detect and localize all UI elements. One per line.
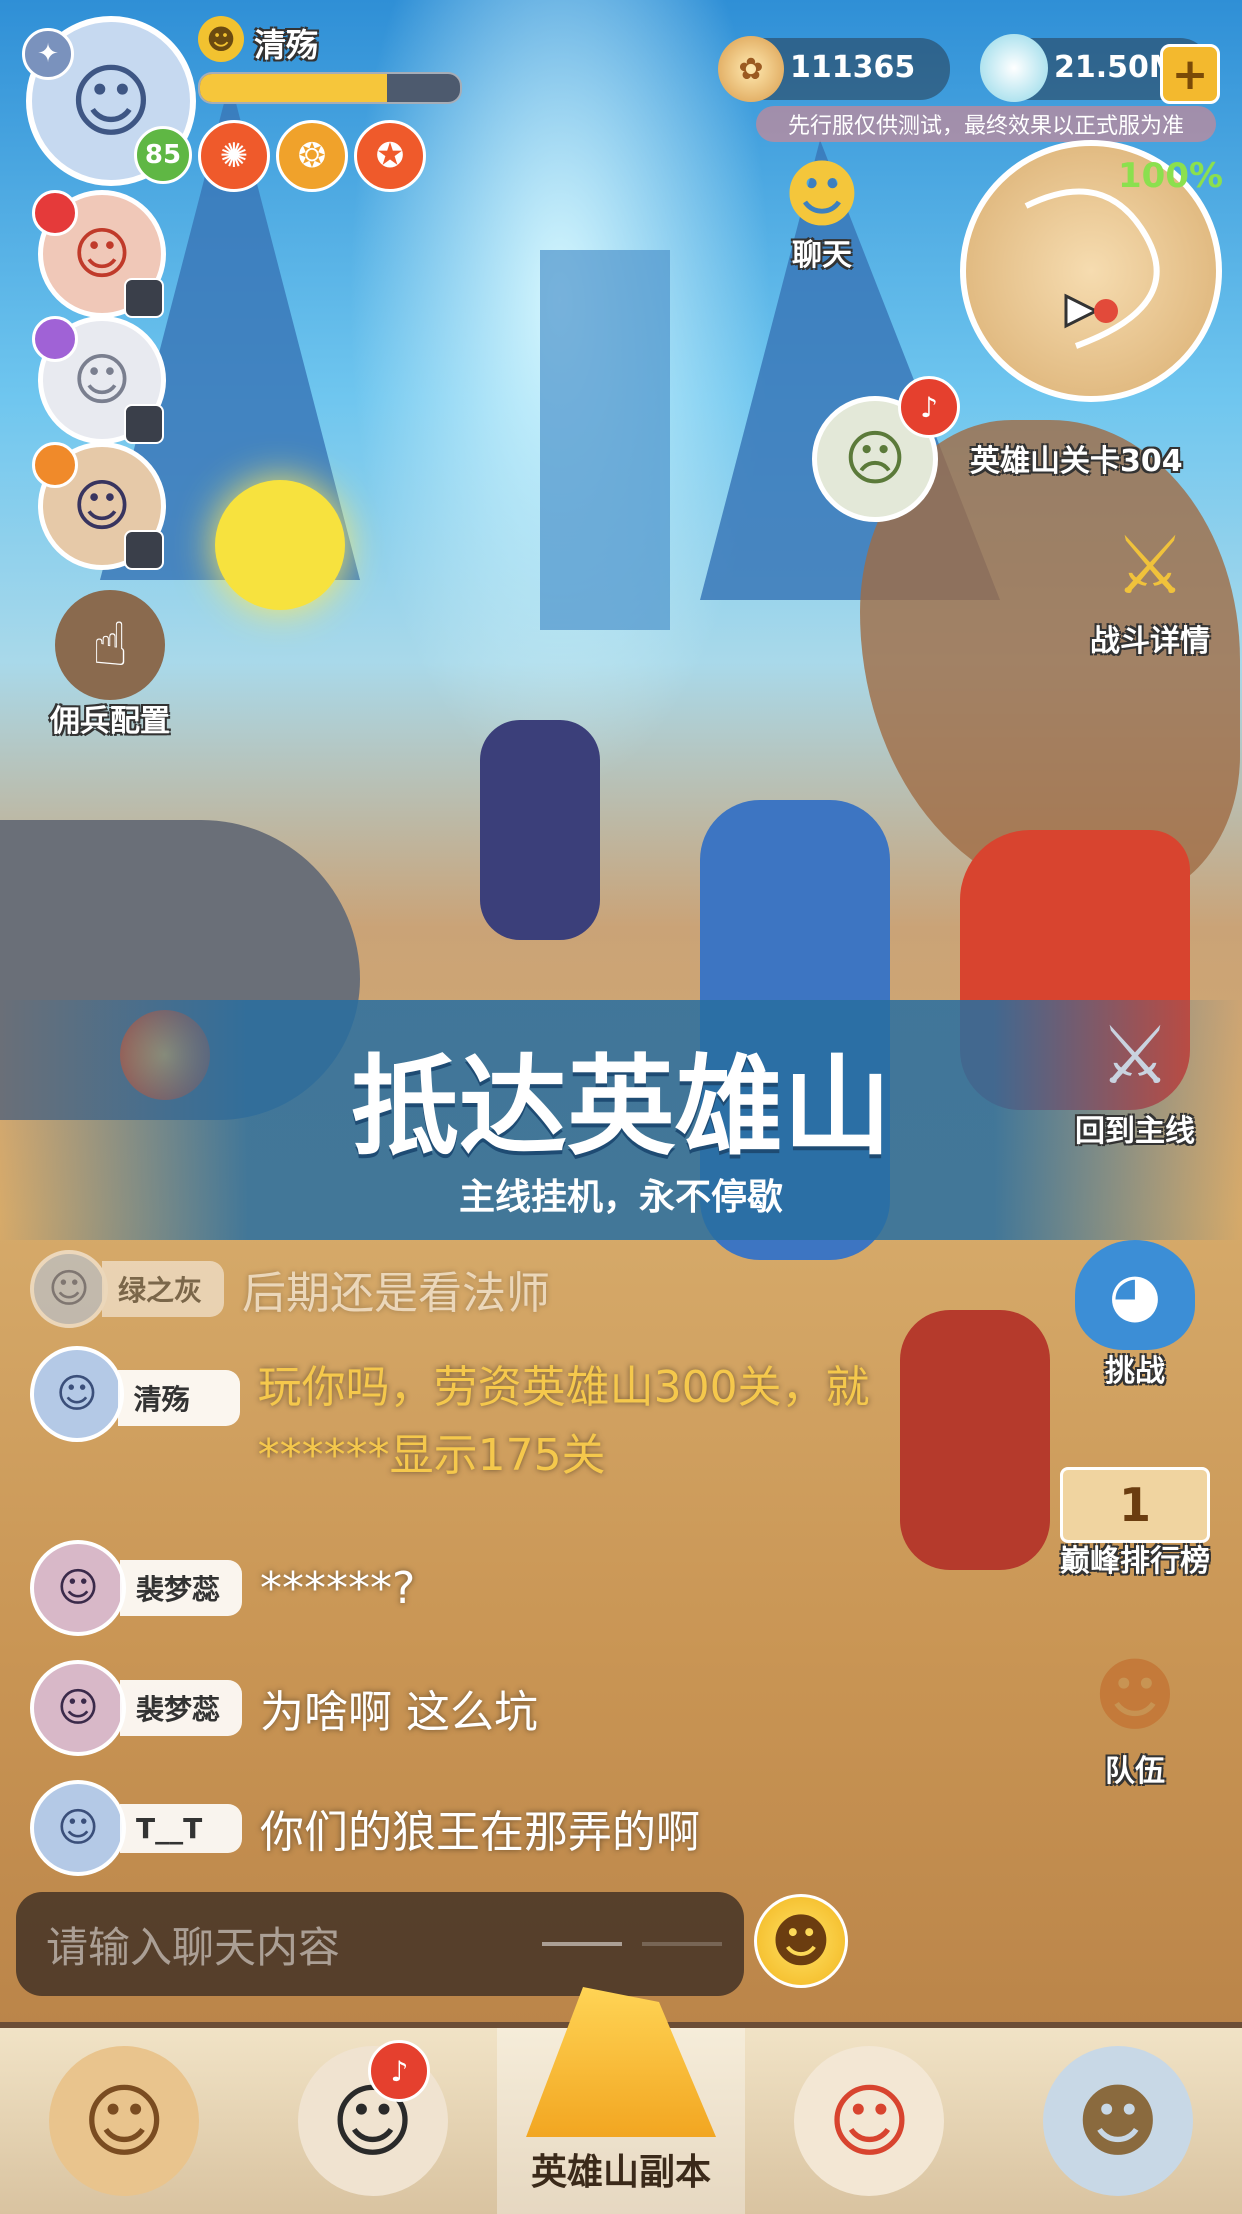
chat-message-text: 玩你吗，劳资英雄山300关，就******显示175关 xyxy=(257,1362,870,1481)
chat-sender-name[interactable]: 清殇 xyxy=(117,1370,240,1426)
return-main-button[interactable]: ⚔ 回到主线 xyxy=(1050,1000,1220,1150)
swap-icon[interactable] xyxy=(124,530,164,570)
stage-name: 英雄山关卡304 xyxy=(970,444,1183,479)
notification-bell-icon: ♪ xyxy=(898,376,960,438)
chat-avatar[interactable]: ☺ xyxy=(30,1540,126,1636)
chat-message-text: 你们的狼王在那弄的啊 xyxy=(260,1807,700,1858)
chat-sender-name[interactable]: T__T xyxy=(120,1803,242,1853)
chat-message-text: 为啥啊 这么坑 xyxy=(260,1687,538,1738)
mercenary-config-button[interactable]: ☝ 佣兵配置 xyxy=(30,590,190,740)
chat-message-text: 后期还是看法师 xyxy=(242,1268,550,1319)
experience-bar xyxy=(198,72,462,104)
nav-active-label: 英雄山副本 xyxy=(531,2152,712,2193)
test-server-notice: 先行服仅供测试，最终效果以正式服为准 xyxy=(756,106,1216,142)
chat-input-box[interactable]: 请输入聊天内容 xyxy=(16,1892,744,1996)
chat-avatar[interactable]: ☺ xyxy=(30,1660,126,1756)
emoji-picker-button[interactable]: ☻ xyxy=(754,1894,848,1988)
chat-message-row: ☺ 清殇 玩你吗，劳资英雄山300关，就******显示175关 xyxy=(30,1346,880,1490)
experience-fill xyxy=(200,74,388,102)
bottom-navigation: ☺ ☺ ♪ 英雄山副本 ☺ ☻ xyxy=(0,1987,1242,2214)
nav-tab-hero-mountain[interactable]: 英雄山副本 xyxy=(496,1987,746,2214)
chat-avatar[interactable]: ☺ xyxy=(30,1250,108,1328)
emoji-face-icon: ☻ xyxy=(198,16,244,62)
input-indicator xyxy=(542,1942,622,1946)
gem-pearl-icon xyxy=(980,34,1048,102)
tower-decor xyxy=(540,250,670,630)
mercenary-config-label: 佣兵配置 xyxy=(50,704,170,739)
battle-details-button[interactable]: ⚔ 战斗详情 xyxy=(1070,510,1230,660)
dragon-head-icon: ◕ xyxy=(1075,1240,1195,1350)
chat-sender-name[interactable]: 绿之灰 xyxy=(102,1261,224,1317)
sword-shield-icon: ⚔ xyxy=(1099,1008,1171,1102)
hero-character xyxy=(900,1310,1050,1570)
chat-message-row: ☺ 裴梦蕊 ******? xyxy=(30,1540,415,1636)
challenge-button[interactable]: ◕ 挑战 xyxy=(1050,1240,1220,1390)
gold-amount: 111365 xyxy=(790,50,916,85)
nav-tab-heroes[interactable]: ☺ xyxy=(0,2028,248,2214)
class-badge-icon xyxy=(32,190,78,236)
challenge-label: 挑战 xyxy=(1105,1354,1165,1389)
add-currency-button[interactable]: + xyxy=(1160,44,1220,104)
gold-shell-icon: ✿ xyxy=(718,36,784,102)
chat-message-row: ☺ 裴梦蕊 为啥啊 这么坑 xyxy=(30,1660,538,1756)
swap-icon[interactable] xyxy=(124,278,164,318)
podium-icon: 1 xyxy=(1060,1430,1210,1543)
hero-character xyxy=(480,720,600,940)
nav-tab-characters[interactable]: ☺ ♪ xyxy=(248,2028,496,2214)
buff-shield-icon[interactable]: ✪ xyxy=(354,120,426,192)
leaderboard-label: 巅峰排行榜 xyxy=(1060,1544,1210,1579)
swap-icon[interactable] xyxy=(124,404,164,444)
chat-avatar[interactable]: ☺ xyxy=(30,1780,126,1876)
chat-button-label: 聊天 xyxy=(792,238,852,273)
class-badge-icon xyxy=(32,316,78,362)
battle-details-label: 战斗详情 xyxy=(1090,624,1210,659)
team-members-icon: ☻ xyxy=(1093,1648,1177,1742)
totem-icon: ☻ xyxy=(1042,2046,1193,2196)
crossed-swords-icon: ⚔ xyxy=(1114,518,1186,612)
notification-bell-icon: ♪ xyxy=(368,2040,431,2102)
barbarian-hero-icon: ☺ xyxy=(49,2046,200,2196)
buff-fire-icon[interactable]: ✺ xyxy=(198,120,270,192)
nav-tab-guild[interactable]: ☻ xyxy=(994,2028,1242,2214)
nav-tab-pets[interactable]: ☺ xyxy=(745,2028,993,2214)
chat-sender-name[interactable]: 裴梦蕊 xyxy=(120,1560,242,1616)
podium-rank: 1 xyxy=(1060,1467,1210,1543)
banner-subtitle: 主线挂机，永不停歇 xyxy=(458,1177,783,1218)
dino-pet-icon: ☺ xyxy=(794,2046,945,2196)
chat-message-row: ☺ T__T 你们的狼王在那弄的啊 xyxy=(30,1780,700,1876)
chat-message-row: ☺ 绿之灰 后期还是看法师 xyxy=(30,1250,550,1328)
chat-input-placeholder: 请输入聊天内容 xyxy=(46,1922,341,1972)
team-button[interactable]: ☻ 队伍 xyxy=(1060,1640,1210,1790)
minimap-progress: 100% xyxy=(1118,156,1224,196)
return-main-label: 回到主线 xyxy=(1075,1114,1195,1149)
player-name: 清殇 xyxy=(254,26,319,64)
chat-avatar[interactable]: ☺ xyxy=(30,1346,124,1442)
class-badge-icon: ✦ xyxy=(22,28,74,80)
team-label: 队伍 xyxy=(1105,1754,1165,1789)
input-indicator xyxy=(642,1942,722,1946)
class-badge-icon xyxy=(32,442,78,488)
buff-gold-icon[interactable]: ❂ xyxy=(276,120,348,192)
chat-sender-name[interactable]: 裴梦蕊 xyxy=(120,1680,242,1736)
player-level-badge: 85 xyxy=(134,126,192,184)
leaderboard-button[interactable]: 1 巅峰排行榜 xyxy=(1040,1430,1230,1580)
hand-icon: ☝ xyxy=(55,590,165,700)
chat-button[interactable]: ☻ 聊天 xyxy=(752,140,892,274)
chat-message-text: ******? xyxy=(260,1562,416,1614)
glowing-orb-decor xyxy=(215,480,345,610)
